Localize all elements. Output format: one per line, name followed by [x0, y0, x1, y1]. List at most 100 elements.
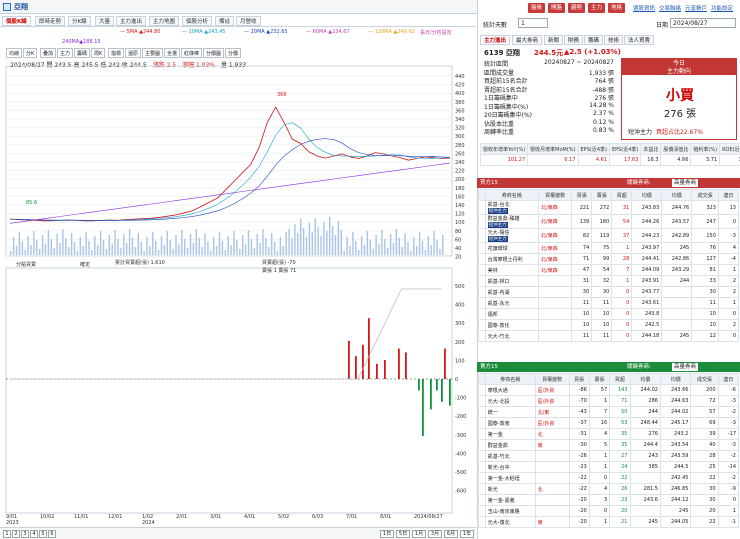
row-check[interactable] [478, 483, 486, 495]
row-check[interactable] [478, 494, 486, 506]
top-button-4[interactable]: 地格 [608, 3, 626, 13]
buy-filter-select[interactable]: 高量券商 [672, 179, 699, 187]
row-check[interactable] [478, 450, 486, 462]
row-check[interactable] [478, 428, 486, 440]
broker-name[interactable]: 新光 [484, 483, 536, 495]
range-button-4[interactable]: 6月 [444, 530, 458, 538]
range-button-5[interactable]: 1年 [460, 530, 474, 538]
broker-name[interactable]: 新光-台中 [484, 461, 536, 473]
range-button-1[interactable]: 5日 [396, 530, 410, 538]
table-row[interactable]: 凱基-永元 11 11 0 243.61 11 1 [478, 297, 740, 309]
top-button-2[interactable]: 趨勢 [568, 3, 586, 13]
row-check[interactable] [478, 461, 486, 473]
row-check[interactable] [478, 242, 486, 254]
page-button-2[interactable]: 2 [12, 530, 20, 538]
subtab-4[interactable]: 籌碼 [584, 35, 604, 45]
subtab-6[interactable]: 法人買賣 [624, 35, 655, 45]
broker-name[interactable]: 統一 [484, 406, 536, 418]
top-button-1[interactable]: 開盤 [548, 3, 566, 13]
range-button-3[interactable]: 3月 [428, 530, 442, 538]
date-field[interactable]: 2024/08/27 [670, 18, 736, 28]
broker-name[interactable]: 凱基-林口 [484, 275, 539, 287]
broker-name[interactable]: 玉山-南京東路 [484, 505, 536, 517]
broker-name[interactable]: 摩根大通 [484, 384, 536, 396]
table-row[interactable]: 玉山-南京東路 -20 0 20 245 20 1 [478, 505, 740, 517]
row-check[interactable] [478, 472, 486, 484]
broker-name[interactable]: 台灣摩根士丹利 [484, 253, 539, 265]
page-button-6[interactable]: 6 [48, 530, 56, 538]
table-row[interactable]: 新光北 -22 4 26 281.5 246.85 30 -9 [478, 483, 740, 495]
top-link-0[interactable]: 選股資訊 [633, 4, 655, 12]
page-button-4[interactable]: 4 [30, 530, 38, 538]
row-check[interactable] [478, 214, 486, 229]
subtab-2[interactable]: 新聞 [544, 35, 564, 45]
table-row[interactable]: 福邦 10 10 0 243.8 10 0 [478, 308, 740, 320]
subtab-3[interactable]: 財務 [564, 35, 584, 45]
row-check[interactable] [478, 286, 486, 298]
broker-name[interactable]: 國泰-敦南 [484, 417, 536, 429]
row-check[interactable] [478, 406, 486, 418]
row-check[interactable] [478, 200, 486, 215]
table-row[interactable]: 第一金-大稻埕 -22 0 22 242.45 22 -2 [478, 472, 740, 484]
broker-name[interactable]: 元大-陽信 短沖主力 [484, 228, 539, 243]
row-check[interactable] [478, 417, 486, 429]
table-row[interactable]: 統一 北/東 -43 7 50 244 244.02 57 -2 [478, 406, 740, 418]
page-button-1[interactable]: 1 [3, 530, 11, 538]
broker-name[interactable]: 元大-北投 [484, 395, 536, 407]
table-row[interactable]: 美林 北/東森 47 54 7 244.09 243.29 81 1 [478, 264, 740, 276]
table-row[interactable]: 元大-復北東 -20 1 21 245 244.05 22 -1 [478, 516, 740, 528]
broker-name[interactable]: 國泰-敦化 [484, 319, 539, 331]
stat-days-select[interactable]: 1 [518, 18, 548, 28]
broker-name[interactable]: 凱基-竹北 [484, 450, 536, 462]
broker-name[interactable]: 第一金-大稻埕 [484, 472, 536, 484]
broker-name[interactable]: 第一金-嘉義 [484, 494, 536, 506]
row-check[interactable] [478, 384, 486, 396]
table-row[interactable]: 摩根大通 區/外資 -86 57 143 244.02 243.66 200 -6 [478, 384, 740, 396]
lower-confirm-button[interactable]: 確定 [80, 261, 90, 268]
subtab-0[interactable]: 主力進出 [480, 35, 511, 45]
broker-name[interactable]: 凱基-台北 短沖主力 [484, 200, 539, 215]
broker-name[interactable]: 群益金鼎-臻雄 短沖主力 [484, 214, 539, 229]
table-row[interactable]: 凱基-內湖 30 30 0 243.77 30 2 [478, 286, 740, 298]
table-row[interactable]: 元大-北投 區/外資 -70 1 71 286 244.63 72 -3 [478, 395, 740, 407]
table-row[interactable]: 台灣摩根士丹利 北/東森 71 99 28 244.41 242.86 127 -4 [478, 253, 740, 265]
row-check[interactable] [478, 264, 486, 276]
table-row[interactable]: 凱基-林口 31 32 1 243.91 244 33 2 [478, 275, 740, 287]
sell-filter-select[interactable]: 高量券商 [672, 363, 699, 371]
row-check[interactable] [478, 516, 486, 528]
table-row[interactable]: 元大-陽信 短沖主力 北/東森 82 119 37 244.23 242.89 150 -3 [478, 228, 740, 243]
broker-name[interactable]: 美林 [484, 264, 539, 276]
broker-name[interactable]: 福邦 [484, 308, 539, 320]
page-button-3[interactable]: 3 [21, 530, 29, 538]
row-check[interactable] [478, 228, 486, 243]
price-chart[interactable]: 4404204003803603403203002802602402202001… [0, 0, 476, 527]
top-button-0[interactable]: 盤後 [528, 3, 546, 13]
row-check[interactable] [478, 275, 486, 287]
lower-select[interactable]: 分點買賣 [16, 261, 36, 268]
row-check[interactable] [478, 505, 486, 517]
range-button-2[interactable]: 1月 [412, 530, 426, 538]
page-button-5[interactable]: 5 [39, 530, 47, 538]
top-button-3[interactable]: 主力 [588, 3, 606, 13]
table-row[interactable]: 元大-竹北 11 11 0 244.18 245 12 0 [478, 330, 740, 342]
row-check[interactable] [478, 253, 486, 265]
broker-name[interactable]: 元大-復北 [484, 516, 536, 528]
broker-name[interactable]: 花旗環球 [484, 242, 539, 254]
subtab-5[interactable]: 技術 [604, 35, 624, 45]
broker-name[interactable]: 第一金 [484, 428, 536, 440]
top-link-1[interactable]: 交易聯絡 [659, 4, 681, 12]
range-button-0[interactable]: 1日 [380, 530, 394, 538]
row-check[interactable] [478, 319, 486, 331]
row-check[interactable] [478, 330, 486, 342]
top-link-3[interactable]: 功能設定 [711, 4, 733, 12]
table-row[interactable]: 第一金北 -31 4 35 276 243.2 39 -17 [478, 428, 740, 440]
row-check[interactable] [478, 395, 486, 407]
row-check[interactable] [478, 297, 486, 309]
table-row[interactable]: 群益金鼎東 -30 5 35 244.4 243.54 40 -3 [478, 439, 740, 451]
table-row[interactable]: 第一金-嘉義 -20 3 23 243.6 244.12 30 0 [478, 494, 740, 506]
broker-name[interactable]: 凱基-內湖 [484, 286, 539, 298]
broker-name[interactable]: 元大-竹北 [484, 330, 539, 342]
table-row[interactable]: 群益金鼎-臻雄 短沖主力 北/東森 139 180 54 244.26 243.57 247 0 [478, 214, 740, 229]
subtab-1[interactable]: 最大券商 [512, 35, 543, 45]
table-row[interactable]: 花旗環球 北/東森 74 75 1 243.97 245 76 4 [478, 242, 740, 254]
